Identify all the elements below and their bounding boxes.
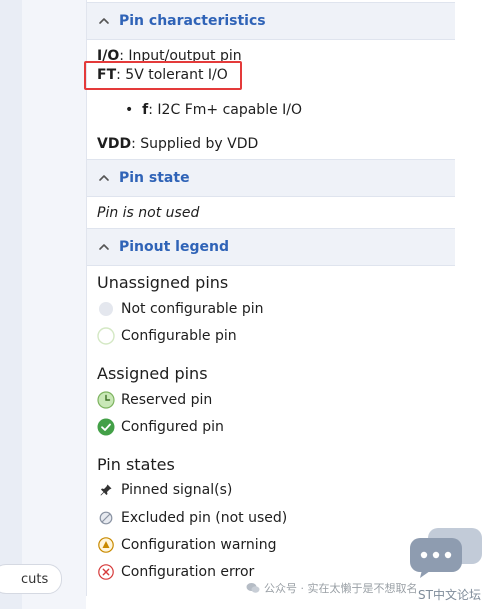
legend-label: Pinned signal(s): [121, 482, 233, 498]
f-line: • f: I2C Fm+ capable I/O: [125, 102, 302, 118]
watermark-brand: ST中文论坛: [418, 588, 481, 602]
section-title: Pin state: [119, 170, 190, 186]
section-pinout-legend[interactable]: Pinout legend: [87, 228, 455, 266]
clock-icon: [97, 391, 115, 409]
chevron-up-icon: [99, 175, 109, 181]
section-pin-state[interactable]: Pin state: [87, 159, 455, 197]
assigned-title: Assigned pins: [97, 364, 208, 383]
vdd-key: VDD: [97, 136, 132, 152]
vdd-line: VDD: Supplied by VDD: [97, 136, 258, 152]
legend-label: Reserved pin: [121, 392, 213, 408]
legend-label: Configured pin: [121, 419, 224, 435]
gray-dot-icon: [97, 300, 115, 318]
chevron-up-icon: [99, 244, 109, 250]
legend-item: Reserved pin: [97, 390, 212, 410]
pin-icon: [97, 481, 115, 499]
pin-state-text: Pin is not used: [97, 205, 200, 221]
empty-circle-icon: [97, 327, 115, 345]
legend-label: Excluded pin (not used): [121, 510, 288, 526]
legend-item: Configurable pin: [97, 326, 237, 346]
error-x-icon: [97, 563, 115, 581]
chevron-up-icon: [99, 18, 109, 24]
states-title: Pin states: [97, 455, 175, 474]
section-pin-characteristics[interactable]: Pin characteristics: [87, 2, 455, 40]
ft-highlight-box: [84, 61, 242, 90]
legend-label: Configuration warning: [121, 537, 277, 553]
shortcuts-button[interactable]: cuts: [0, 564, 62, 594]
legend-item: Configuration warning: [97, 535, 276, 555]
legend-item: Configured pin: [97, 417, 224, 437]
legend-label: Not configurable pin: [121, 301, 264, 317]
unassigned-title: Unassigned pins: [97, 273, 229, 292]
shortcuts-label: cuts: [21, 571, 49, 587]
legend-item: Pinned signal(s): [97, 480, 232, 500]
legend-item: Excluded pin (not used): [97, 508, 287, 528]
forbidden-icon: [97, 509, 115, 527]
f-text: : I2C Fm+ capable I/O: [148, 102, 303, 118]
check-circle-icon: [97, 418, 115, 436]
watermark-label: 公众号 · 实在太懒于是不想取名: [264, 582, 418, 595]
vdd-text: : Supplied by VDD: [131, 136, 259, 152]
legend-label: Configurable pin: [121, 328, 237, 344]
legend-label: Configuration error: [121, 564, 255, 580]
watermark-text: 公众号 · 实在太懒于是不想取名: [246, 580, 418, 596]
left-background-inner: [22, 0, 86, 609]
warning-triangle-icon: [97, 536, 115, 554]
section-title: Pin characteristics: [119, 13, 266, 29]
wechat-icon: [246, 582, 260, 594]
section-title: Pinout legend: [119, 239, 229, 255]
chat-bubble-logo-icon: [410, 528, 482, 578]
bullet: •: [125, 102, 143, 118]
legend-item: Configuration error: [97, 562, 254, 582]
legend-item: Not configurable pin: [97, 299, 264, 319]
